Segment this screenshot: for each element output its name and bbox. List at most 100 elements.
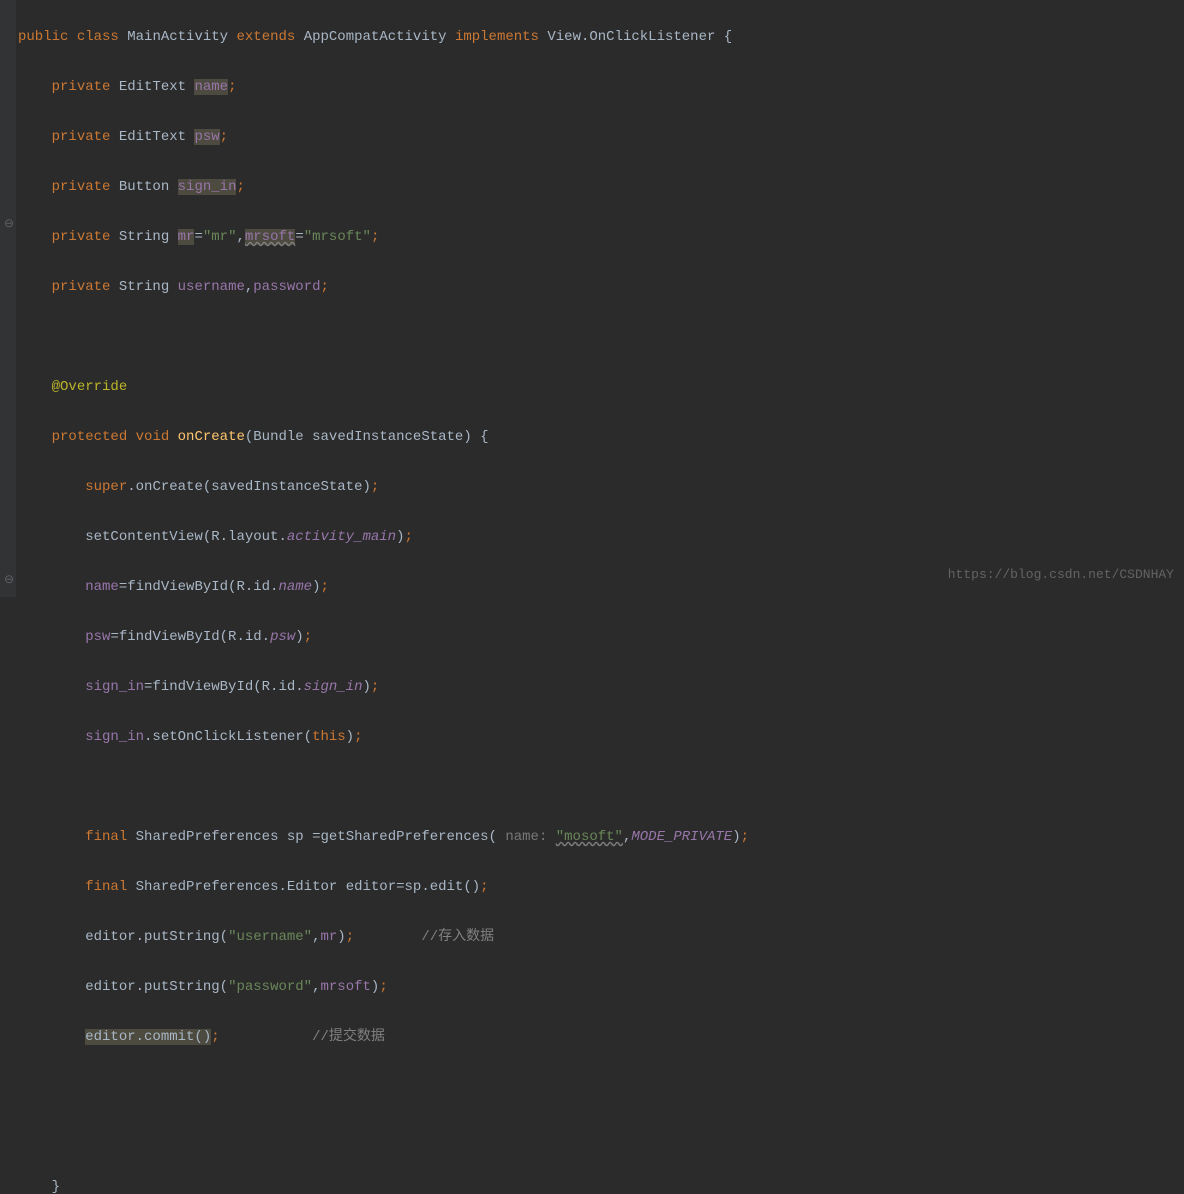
code-line: final SharedPreferences sp =getSharedPre… [18,825,1184,850]
dot: . [127,479,135,495]
code-line: private String mr="mr",mrsoft="mrsoft"; [18,225,1184,250]
code-line: private EditText name; [18,75,1184,100]
code-line [18,1125,1184,1150]
statement: editor.commit() [85,1029,211,1045]
code-line: final SharedPreferences.Editor editor=sp… [18,875,1184,900]
comma: , [623,829,631,845]
keyword: final [85,879,127,895]
semicolon: ; [354,729,362,745]
keyword: void [136,429,170,445]
string: "mr" [203,229,237,245]
code-line: } [18,1175,1184,1194]
string: "mosoft" [556,829,623,845]
comma: , [312,929,320,945]
semicolon: ; [379,979,387,995]
keyword: private [52,179,111,195]
constant: MODE_PRIVATE [631,829,732,845]
string: "mrsoft" [304,229,371,245]
call: .setOnClickListener( [144,729,312,745]
type: String [119,279,169,295]
code-line: sign_in.setOnClickListener(this); [18,725,1184,750]
operator: = [194,229,202,245]
code-line: public class MainActivity extends AppCom… [18,25,1184,50]
semicolon: ; [304,629,312,645]
paren: ) [362,679,370,695]
code-line [18,1075,1184,1100]
field: mrsoft [320,979,370,995]
keyword: class [77,29,119,45]
semicolon: ; [228,79,236,95]
keyword: super [85,479,127,495]
field: mr [320,929,337,945]
operator: = [304,829,321,845]
call: .putString( [136,929,228,945]
annotation: @Override [52,379,128,395]
field: mr [178,229,195,245]
comma: , [312,979,320,995]
field: sign_in [178,179,237,195]
keyword: this [312,729,346,745]
field: psw [194,129,219,145]
field: name [194,79,228,95]
type: String [119,229,169,245]
field: mrsoft [245,229,295,245]
call: .putString( [136,979,228,995]
keyword: private [52,279,111,295]
semicolon: ; [371,679,379,695]
field: password [253,279,320,295]
paren: ) [463,429,471,445]
watermark: https://blog.csdn.net/CSDNHAY [948,562,1174,587]
code-editor[interactable]: public class MainActivity extends AppCom… [0,0,1184,1194]
keyword: extends [236,29,295,45]
type: AppCompatActivity [304,29,447,45]
variable: editor [346,879,396,895]
variable: sp [287,829,304,845]
resource-ref: name [278,579,312,595]
semicolon: ; [371,479,379,495]
field: sign_in [85,679,144,695]
field: name [85,579,119,595]
type: SharedPreferences.Editor [136,879,338,895]
keyword: private [52,129,111,145]
type: SharedPreferences [136,829,279,845]
brace: { [715,29,732,45]
code-line: psw=findViewById(R.id.psw); [18,625,1184,650]
variable: sp [405,879,422,895]
keyword: protected [52,429,128,445]
call: onCreate(savedInstanceState) [136,479,371,495]
semicolon: ; [321,279,329,295]
comment: //存入数据 [421,929,494,945]
semicolon: ; [480,879,488,895]
brace: } [52,1179,60,1194]
field: sign_in [85,729,144,745]
code-line: setContentView(R.layout.activity_main); [18,525,1184,550]
method-name: onCreate [178,429,245,445]
call: getSharedPreferences( [321,829,497,845]
resource-ref: psw [270,629,295,645]
comment: //提交数据 [312,1029,385,1045]
call: =findViewById(R.id. [119,579,279,595]
call: =findViewById(R.id. [110,629,270,645]
semicolon: ; [404,529,412,545]
call: .edit() [421,879,480,895]
code-line: private Button sign_in; [18,175,1184,200]
code-line: editor.putString("username",mr); //存入数据 [18,925,1184,950]
paren: ) [295,629,303,645]
paren: ) [337,929,345,945]
fold-marker-icon[interactable]: ⊖ [4,568,14,593]
code-line [18,325,1184,350]
resource-ref: sign_in [304,679,363,695]
code-line [18,775,1184,800]
type: Bundle [253,429,303,445]
semicolon: ; [220,129,228,145]
type: EditText [119,129,186,145]
field: username [178,279,245,295]
semicolon: ; [346,929,354,945]
field: psw [85,629,110,645]
resource-ref: activity_main [287,529,396,545]
fold-marker-icon[interactable]: ⊖ [4,212,14,237]
operator: = [396,879,404,895]
keyword: final [85,829,127,845]
semicolon: ; [371,229,379,245]
keyword: private [52,229,111,245]
